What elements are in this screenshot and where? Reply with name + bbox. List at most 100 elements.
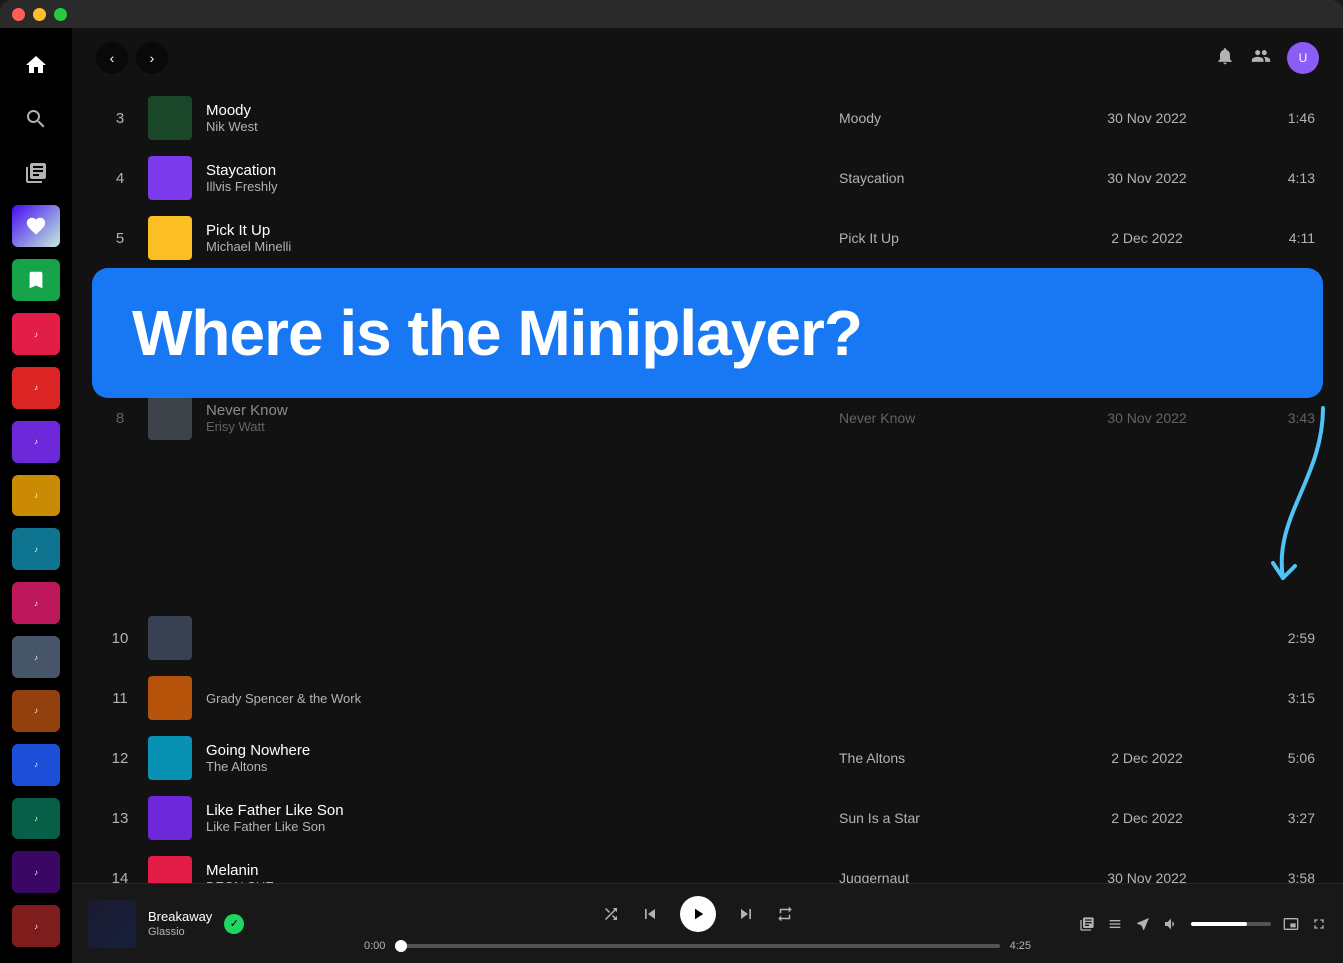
track-thumbnail [148,676,192,720]
track-album: Pick It Up [839,230,1059,246]
track-duration: 2:59 [1235,630,1315,646]
track-info: Moody Nik West [206,102,831,134]
queue-button[interactable] [1107,916,1123,932]
track-number: 11 [100,690,140,707]
playlist-3[interactable]: ♪ [12,421,60,463]
close-button[interactable] [12,8,25,21]
track-duration: 4:13 [1235,170,1315,186]
playlist-5[interactable]: ♪ [12,528,60,570]
table-row[interactable]: 5 Pick It Up Michael Minelli Pick It Up … [88,208,1327,268]
total-time: 4:25 [1010,940,1031,952]
track-album: Sun Is a Star [839,810,1059,826]
now-playing-button[interactable] [1079,916,1095,932]
shuffle-button[interactable] [602,905,620,923]
fullscreen-button[interactable] [1311,916,1327,932]
track-number: 10 [100,630,140,647]
next-button[interactable] [736,904,756,924]
track-duration: 5:06 [1235,750,1315,766]
playlist-6[interactable]: ♪ [12,582,60,624]
player-song-info: Breakaway Glassio [148,909,212,938]
track-thumbnail [148,156,192,200]
player-left: Breakaway Glassio ✓ [88,900,348,948]
track-number: 5 [100,230,140,247]
overlay-banner: Where is the Miniplayer? [92,268,1323,398]
track-number: 3 [100,110,140,127]
miniplayer-button[interactable] [1283,916,1299,932]
bookmark-playlist[interactable] [12,259,60,301]
player-right [1047,916,1327,932]
playlist-10[interactable]: ♪ [12,798,60,840]
nav-arrows: ‹ › [96,42,168,74]
sidebar: ♪ ♪ ♪ ♪ ♪ ♪ ♪ ♪ ♪ ♪ ♪ ♪ [0,28,72,963]
track-number: 12 [100,750,140,767]
track-artist: Nik West [206,119,831,134]
playlist-4[interactable]: ♪ [12,475,60,517]
table-row[interactable]: 10 2:59 [88,608,1327,668]
notifications-button[interactable] [1215,46,1235,71]
table-row[interactable]: 12 Going Nowhere The Altons The Altons 2… [88,728,1327,788]
forward-button[interactable]: › [136,42,168,74]
play-pause-button[interactable] [680,896,716,932]
progress-bar[interactable] [395,944,999,948]
track-duration: 4:11 [1235,230,1315,246]
player-bar: Breakaway Glassio ✓ [72,883,1343,963]
table-row[interactable]: 14 Melanin DEQN SUE Juggernaut 30 Nov 20… [88,848,1327,883]
track-title: Never Know [206,402,831,419]
playlist-1[interactable]: ♪ [12,313,60,355]
playlist-9[interactable]: ♪ [12,744,60,786]
volume-button[interactable] [1163,916,1179,932]
track-album: Staycation [839,170,1059,186]
playlist-7[interactable]: ♪ [12,636,60,678]
volume-bar[interactable] [1191,922,1271,926]
track-artist: Illvis Freshly [206,179,831,194]
volume-fill [1191,922,1247,926]
track-thumbnail [148,796,192,840]
table-row[interactable]: 4 Staycation Illvis Freshly Staycation 3… [88,148,1327,208]
title-bar [0,0,1343,28]
player-center: 0:00 4:25 [364,896,1031,952]
track-info: Going Nowhere The Altons [206,742,831,774]
track-date: 2 Dec 2022 [1067,750,1227,766]
table-row[interactable]: 11 Grady Spencer & the Work 3:15 [88,668,1327,728]
repeat-button[interactable] [776,905,794,923]
sidebar-home-icon[interactable] [12,44,60,86]
track-info: Never Know Erisy Watt [206,402,831,434]
user-avatar[interactable]: U [1287,42,1319,74]
track-date: 2 Dec 2022 [1067,810,1227,826]
maximize-button[interactable] [54,8,67,21]
playlist-2[interactable]: ♪ [12,367,60,409]
liked-songs-playlist[interactable] [12,205,60,247]
progress-area: 0:00 4:25 [364,940,1031,952]
track-duration: 1:46 [1235,110,1315,126]
track-date: 2 Dec 2022 [1067,230,1227,246]
playlist-12[interactable]: ♪ [12,905,60,947]
track-title: Pick It Up [206,222,831,239]
track-list[interactable]: 3 Moody Nik West Moody 30 Nov 2022 1:46 … [72,88,1343,883]
track-thumbnail [148,616,192,660]
player-song-title: Breakaway [148,909,212,924]
back-button[interactable]: ‹ [96,42,128,74]
track-duration: 3:43 [1235,410,1315,426]
previous-button[interactable] [640,904,660,924]
track-album: Never Know [839,410,1059,426]
current-time: 0:00 [364,940,385,952]
playlist-8[interactable]: ♪ [12,690,60,732]
table-row[interactable]: 13 Like Father Like Son Like Father Like… [88,788,1327,848]
track-duration: 3:27 [1235,810,1315,826]
friends-button[interactable] [1251,46,1271,71]
track-number: 13 [100,810,140,827]
track-title: Like Father Like Son [206,802,831,819]
table-row[interactable]: 3 Moody Nik West Moody 30 Nov 2022 1:46 [88,88,1327,148]
track-album: Moody [839,110,1059,126]
app-container: ♪ ♪ ♪ ♪ ♪ ♪ ♪ ♪ ♪ ♪ ♪ ♪ [0,28,1343,963]
track-artist: Michael Minelli [206,239,831,254]
sidebar-search-icon[interactable] [12,98,60,140]
playlist-11[interactable]: ♪ [12,851,60,893]
progress-dot [395,940,407,952]
sidebar-library-icon[interactable] [12,152,60,194]
track-thumbnail [148,96,192,140]
track-title: Staycation [206,162,831,179]
track-info: Staycation Illvis Freshly [206,162,831,194]
connect-button[interactable] [1135,916,1151,932]
minimize-button[interactable] [33,8,46,21]
